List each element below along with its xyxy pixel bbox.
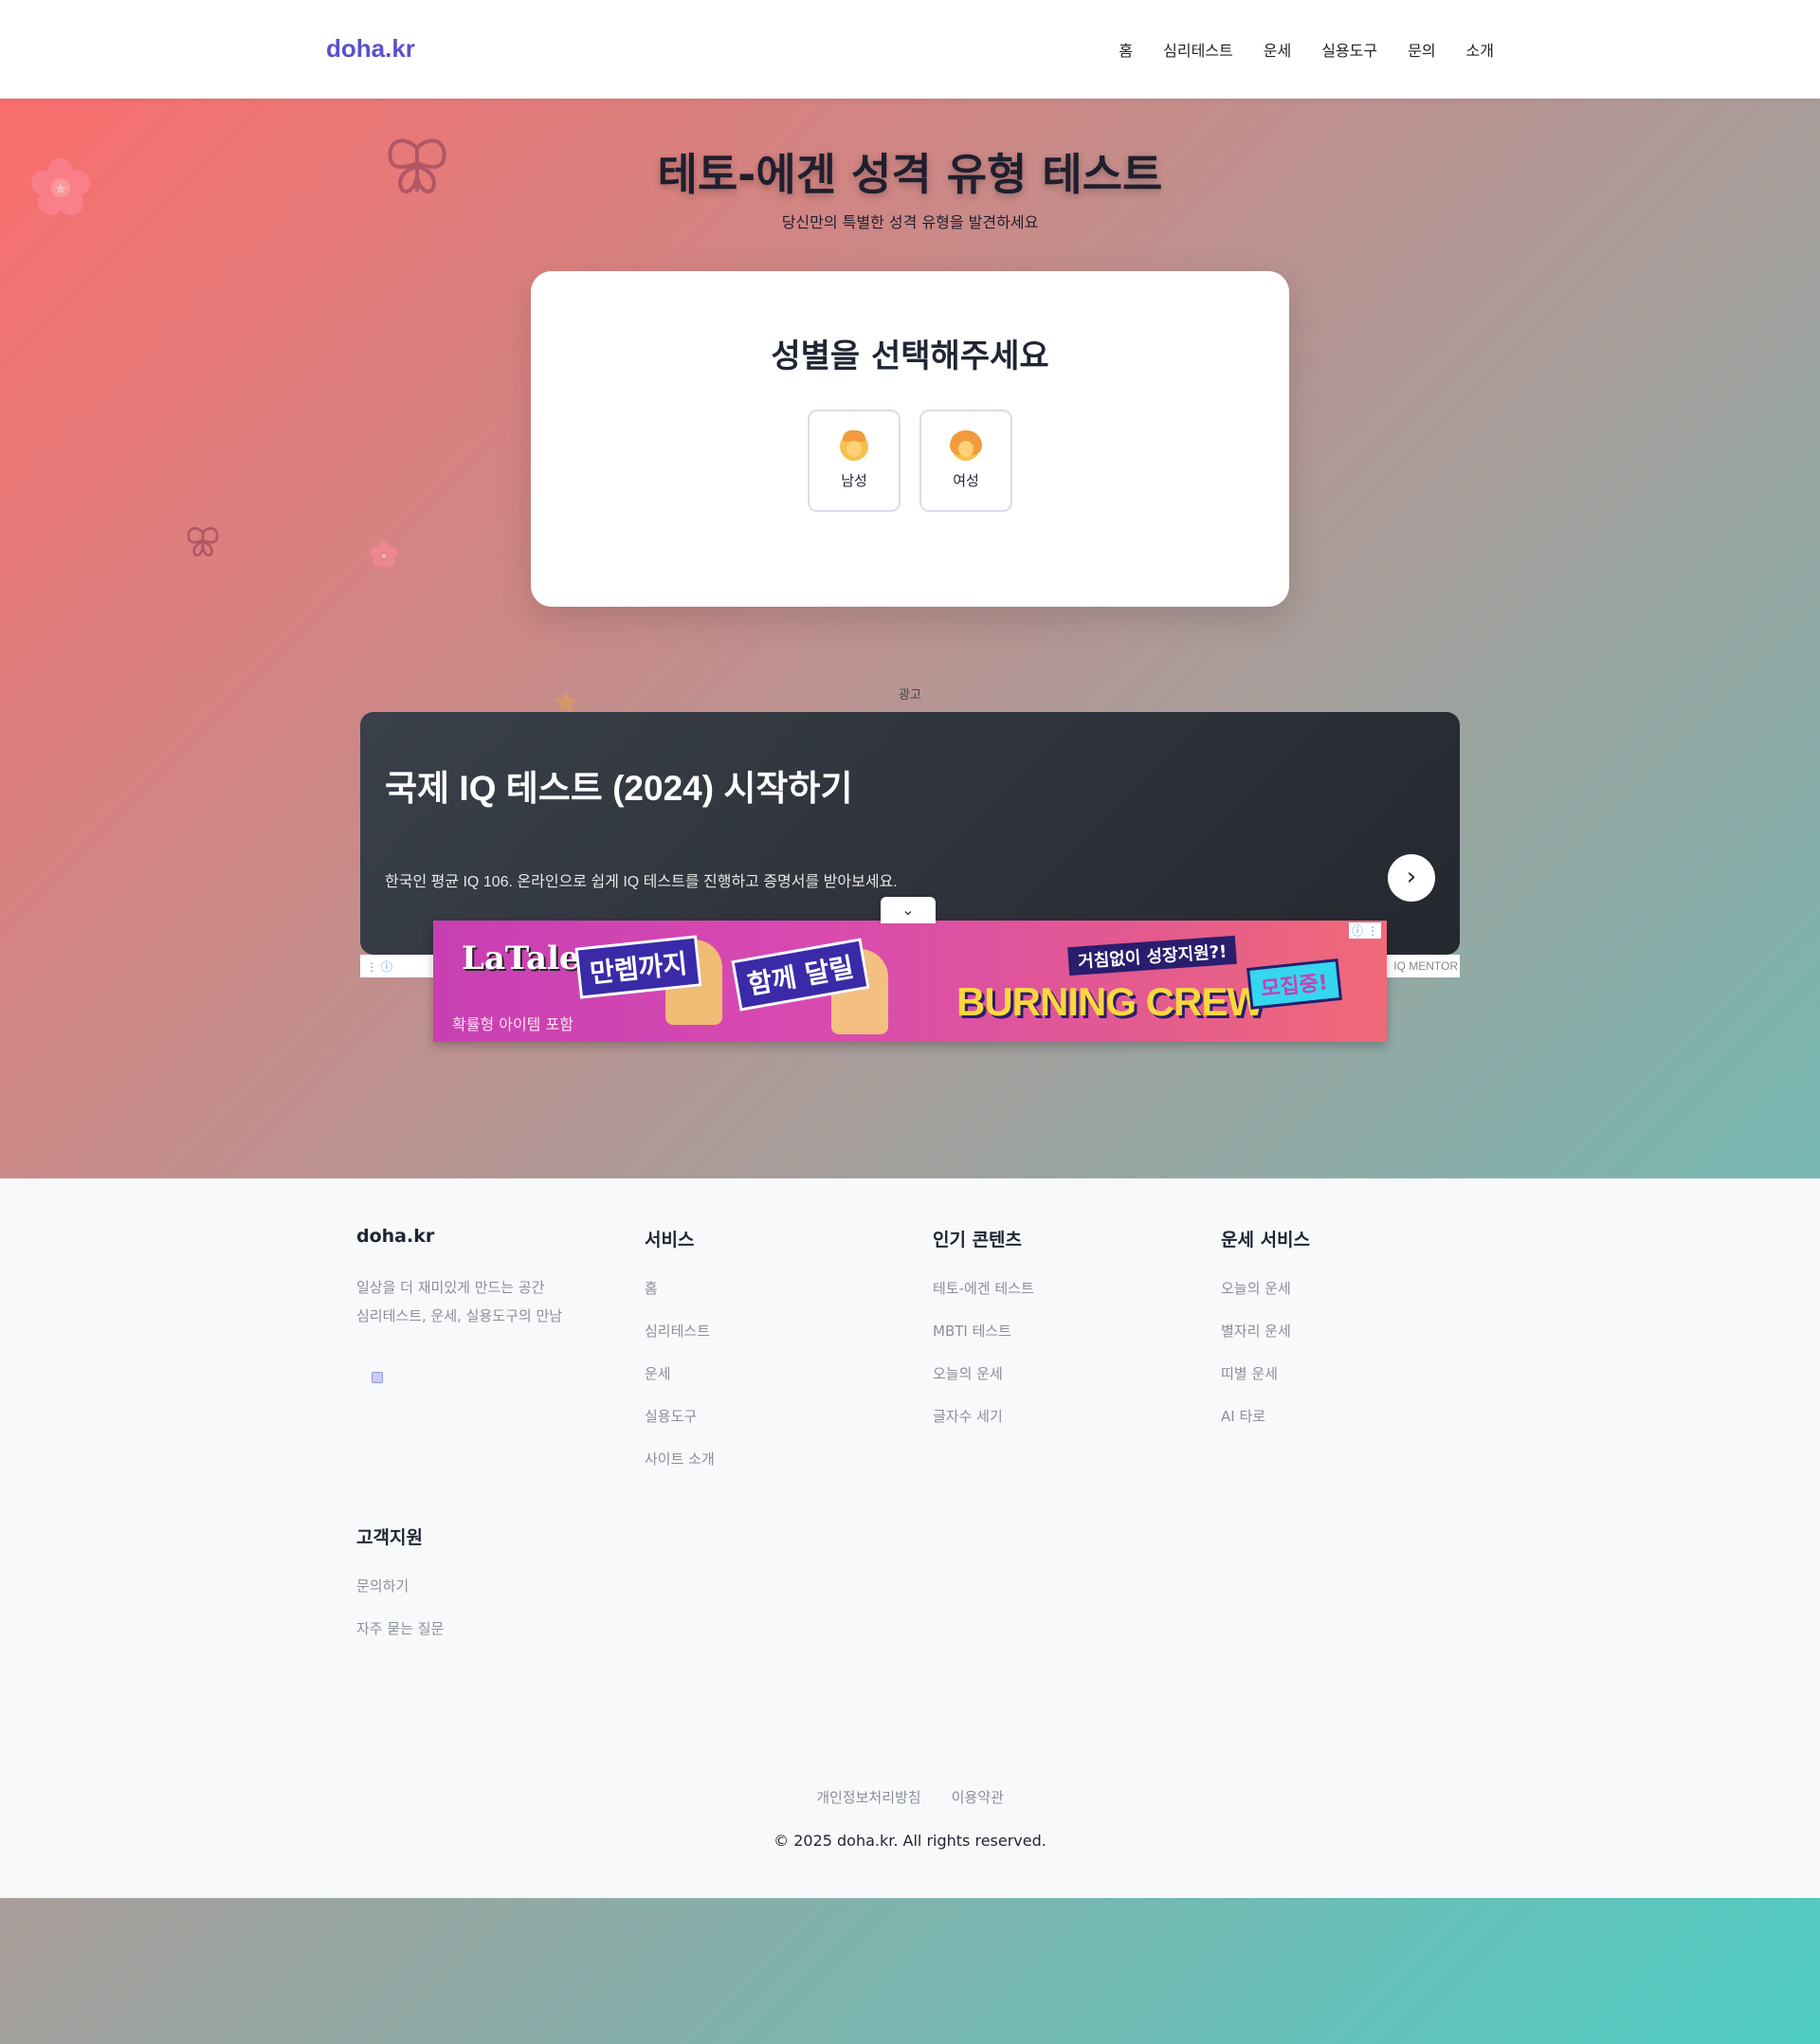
footer-services-title: 서비스 <box>645 1230 695 1250</box>
footer-support: 고객지원 문의하기 자주 묻는 질문 <box>356 1524 444 1661</box>
site-footer: doha.kr 일상을 더 재미있게 만드는 공간 심리테스트, 운세, 실용도… <box>0 1178 1820 1898</box>
nav-item-psych-test[interactable]: 심리테스트 <box>1163 38 1233 61</box>
iq-ad-description: 한국인 평균 IQ 106. 온라인으로 쉽게 IQ 테스트를 진행하고 증명서… <box>385 874 898 890</box>
flower-icon: ★ <box>370 540 398 568</box>
nav-item-contact[interactable]: 문의 <box>1408 38 1435 61</box>
gender-female-label: 여성 <box>953 471 979 489</box>
footer-link-terms[interactable]: 이용약관 <box>952 1787 1004 1807</box>
footer-bottom: 개인정보처리방침 이용약관 © 2025 doha.kr. All rights… <box>0 1787 1820 1850</box>
footer-copyright: © 2025 doha.kr. All rights reserved. <box>774 1832 1046 1850</box>
woman-face-icon <box>950 429 982 461</box>
latale-banner-ad[interactable]: LaTale 확률형 아이템 포함 만렙까지 함께 달릴 거침없이 성장지원?!… <box>433 921 1387 1042</box>
footer-fortune: 운세 서비스 오늘의 운세 별자리 운세 띠별 운세 AI 타로 <box>1221 1226 1310 1449</box>
footer-about-title: doha.kr <box>356 1226 435 1247</box>
chevron-right-icon[interactable]: › <box>1388 854 1435 902</box>
ad-choices-icon[interactable]: ⋮ ⓘ <box>366 958 392 975</box>
latale-logo: LaTale <box>462 940 580 977</box>
latale-headline: BURNING CREW <box>956 979 1265 1024</box>
footer-link-mbti[interactable]: MBTI 테스트 <box>933 1321 1034 1341</box>
footer-badge-icon <box>372 1372 383 1383</box>
gender-female-button[interactable]: 여성 <box>919 410 1012 512</box>
gender-male-label: 남성 <box>841 471 867 489</box>
man-face-icon <box>840 429 868 461</box>
latale-recruit-badge: 모집중! <box>1246 958 1342 1010</box>
footer-link-faq[interactable]: 자주 묻는 질문 <box>356 1618 444 1638</box>
gender-options: 남성 여성 <box>531 410 1289 512</box>
butterfly-icon <box>187 527 219 557</box>
footer-link-fortune[interactable]: 운세 <box>645 1363 715 1383</box>
footer-link-char-count[interactable]: 글자수 세기 <box>933 1406 1034 1426</box>
iq-ad-title[interactable]: 국제 IQ 테스트 (2024) 시작하기 <box>385 759 853 811</box>
footer-link-tools[interactable]: 실용도구 <box>645 1406 715 1426</box>
gender-select-heading: 성별을 선택해주세요 <box>771 338 1049 375</box>
nav-item-home[interactable]: 홈 <box>1119 38 1133 61</box>
footer-legal-links: 개인정보처리방침 이용약관 <box>0 1787 1820 1807</box>
footer-tagline-1: 일상을 더 재미있게 만드는 공간 <box>356 1279 545 1296</box>
page-subtitle: 당신만의 특별한 성격 유형을 발견하세요 <box>781 213 1039 231</box>
latale-item-notice: 확률형 아이템 포함 <box>452 1015 573 1033</box>
footer-link-teto-egen[interactable]: 테토-에겐 테스트 <box>933 1278 1034 1298</box>
site-header: doha.kr 홈 심리테스트 운세 실용도구 문의 소개 <box>0 0 1820 99</box>
gender-male-button[interactable]: 남성 <box>808 410 901 512</box>
footer-popular-title: 인기 콘텐츠 <box>933 1230 1023 1250</box>
nav-item-fortune[interactable]: 운세 <box>1264 38 1291 61</box>
gender-select-card: 성별을 선택해주세요 남성 여성 <box>531 271 1289 607</box>
ad-label: 광고 <box>899 688 921 703</box>
footer-services: 서비스 홈 심리테스트 운세 실용도구 사이트 소개 <box>645 1226 715 1491</box>
footer-fortune-title: 운세 서비스 <box>1221 1230 1311 1250</box>
footer-link-about[interactable]: 사이트 소개 <box>645 1449 715 1469</box>
page-title: 테토-에겐 성격 유형 테스트 <box>657 149 1163 200</box>
footer-link-home[interactable]: 홈 <box>645 1278 715 1298</box>
chevron-down-icon: ⌄ <box>901 901 915 919</box>
nav-item-tools[interactable]: 실용도구 <box>1321 38 1377 61</box>
footer-popular: 인기 콘텐츠 테토-에겐 테스트 MBTI 테스트 오늘의 운세 글자수 세기 <box>933 1226 1034 1449</box>
site-logo[interactable]: doha.kr <box>326 34 415 64</box>
footer-about: doha.kr 일상을 더 재미있게 만드는 공간 심리테스트, 운세, 실용도… <box>356 1226 562 1383</box>
footer-link-chinese-zodiac[interactable]: 띠별 운세 <box>1221 1363 1310 1383</box>
footer-link-ai-tarot[interactable]: AI 타로 <box>1221 1406 1310 1426</box>
main-nav: 홈 심리테스트 운세 실용도구 문의 소개 <box>1119 38 1494 61</box>
footer-support-title: 고객지원 <box>356 1527 423 1548</box>
ad-choices-icon[interactable]: ⓘ ⋮ <box>1349 922 1381 939</box>
footer-link-contact[interactable]: 문의하기 <box>356 1576 444 1596</box>
nav-item-about[interactable]: 소개 <box>1466 38 1494 61</box>
footer-link-privacy[interactable]: 개인정보처리방침 <box>816 1787 920 1807</box>
ad-brand: IQ MENTOR <box>1393 959 1458 973</box>
svg-text:★: ★ <box>380 551 388 560</box>
ad-collapse-button[interactable]: ⌄ <box>881 897 936 923</box>
footer-link-zodiac[interactable]: 별자리 운세 <box>1221 1321 1310 1341</box>
footer-link-today-fortune[interactable]: 오늘의 운세 <box>1221 1278 1310 1298</box>
latale-growth-text: 거침없이 성장지원?! <box>1067 935 1238 976</box>
footer-link-psych-test[interactable]: 심리테스트 <box>645 1321 715 1341</box>
footer-tagline-2: 심리테스트, 운세, 실용도구의 만남 <box>356 1307 563 1324</box>
footer-link-daily-fortune[interactable]: 오늘의 운세 <box>933 1363 1034 1383</box>
